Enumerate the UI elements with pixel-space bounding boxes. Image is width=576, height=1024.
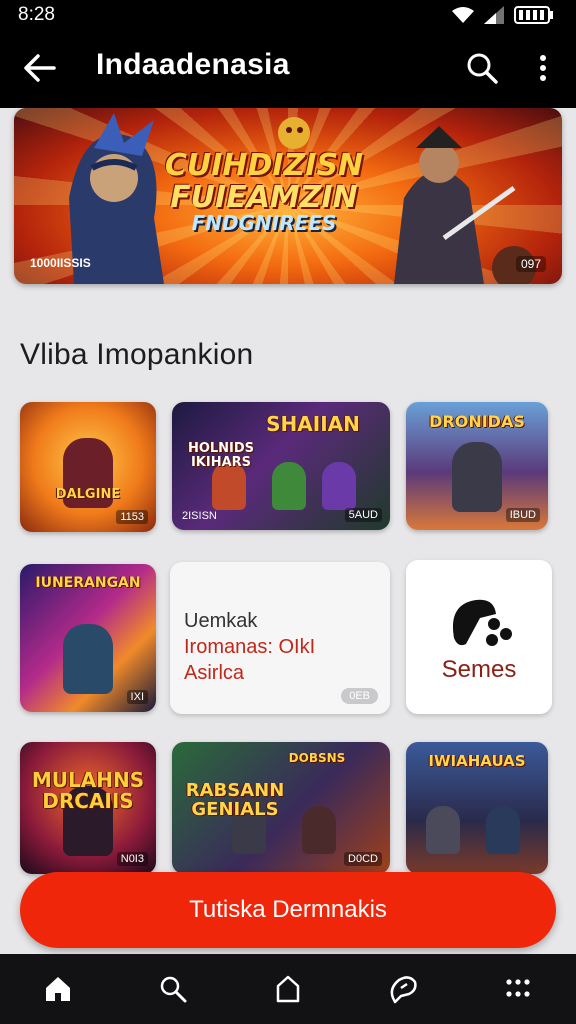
status-icons	[452, 6, 554, 24]
tile-corner-badge: 5AUD	[344, 508, 382, 522]
nav-library[interactable]	[265, 966, 311, 1012]
app-bar: Indaadenasia	[0, 30, 576, 108]
signal-icon	[484, 6, 504, 24]
tile-subname: DOBSNS	[288, 751, 346, 765]
status-bar: 8:28	[0, 0, 576, 30]
hero-title-line2: FUIEAMZIN	[170, 179, 358, 215]
tile-name: SHAIIAN	[266, 412, 360, 436]
nav-search[interactable]	[150, 966, 196, 1012]
tile-name: IUNERANGAN	[35, 575, 141, 591]
status-time: 8:28	[18, 4, 55, 25]
hero-title-line3: FNDGNIREES	[191, 211, 337, 235]
hero-badge-left: 1000IISSIS	[30, 256, 91, 270]
info-card-line2: Iromanas: OIkI	[184, 636, 316, 658]
game-tile[interactable]: IUNERANGAN IXI	[20, 564, 156, 712]
nav-home[interactable]	[35, 966, 81, 1012]
game-tile[interactable]: DALGINE 1153	[20, 402, 156, 532]
battery-icon	[514, 6, 553, 24]
game-tile[interactable]: DRONIDAS IBUD	[406, 402, 548, 530]
tile-character	[302, 806, 336, 854]
tile-corner-badge: IBUD	[505, 508, 540, 522]
games-card[interactable]: Semes	[406, 560, 552, 714]
games-card-label: Semes	[441, 656, 517, 683]
cta-button[interactable]: Tutiska Dermnakis	[20, 872, 556, 948]
tile-subname: HOLNIDS IKIHARS	[187, 441, 255, 470]
more-dots-icon	[506, 979, 530, 997]
hero-badge-right: 097	[515, 256, 546, 272]
cta-label: Tutiska Dermnakis	[189, 896, 387, 923]
tile-name: IWIAHAUAS	[428, 752, 526, 770]
nav-more[interactable]	[495, 966, 541, 1012]
nav-chat[interactable]	[380, 966, 426, 1012]
home-icon	[45, 977, 70, 1001]
info-card-badge: 0EB	[341, 688, 378, 704]
back-arrow-icon[interactable]	[22, 52, 58, 84]
hero-title: CUIHDIZISN FUIEAMZIN FNDGNIREES	[144, 150, 384, 234]
hero-title-line1: CUIHDIZISN	[164, 148, 364, 183]
info-card-line1: Uemkak	[184, 610, 258, 632]
tile-corner-badge: IXI	[126, 690, 148, 704]
tile-character	[486, 806, 520, 854]
tile-name: RABSANN GENIALS	[185, 780, 285, 820]
tile-character	[426, 806, 460, 854]
tile-character	[63, 624, 113, 694]
game-tile[interactable]: MULAHNS DRCAIIS N0I3	[20, 742, 156, 874]
page-title: Indaadenasia	[96, 48, 290, 81]
section-title: Vliba Imopankion	[20, 338, 254, 371]
library-icon	[276, 975, 300, 1003]
game-tile[interactable]: IWIAHAUAS	[406, 742, 548, 874]
tile-name: MULAHNS DRCAIIS	[31, 768, 145, 813]
games-logo-icon	[452, 599, 512, 646]
tile-character	[452, 442, 502, 512]
more-vert-icon[interactable]	[530, 50, 556, 86]
info-card[interactable]: Uemkak Iromanas: OIkI Asirlca 0EB	[170, 562, 390, 714]
bottom-nav	[0, 954, 576, 1024]
tile-character	[272, 462, 306, 510]
tile-corner-left: 2ISISN	[182, 510, 217, 522]
wifi-icon	[452, 7, 474, 23]
tile-corner-badge: 1153	[116, 510, 148, 524]
tile-name: DALGINE	[55, 487, 121, 502]
search-icon[interactable]	[464, 50, 500, 86]
hero-banner[interactable]: CUIHDIZISN FUIEAMZIN FNDGNIREES 1000IISS…	[14, 108, 562, 284]
chat-icon	[390, 976, 417, 1004]
tile-name: DRONIDAS	[429, 412, 525, 431]
search-icon	[160, 976, 187, 1003]
game-tile[interactable]: RABSANN GENIALS DOBSNS D0CD	[172, 742, 390, 874]
info-card-line3: Asirlca	[184, 662, 245, 684]
tile-corner-badge: D0CD	[344, 852, 382, 866]
tile-corner-badge: N0I3	[116, 852, 148, 866]
tile-character	[322, 462, 356, 510]
game-tile[interactable]: SHAIIAN HOLNIDS IKIHARS 2ISISN 5AUD	[172, 402, 390, 530]
